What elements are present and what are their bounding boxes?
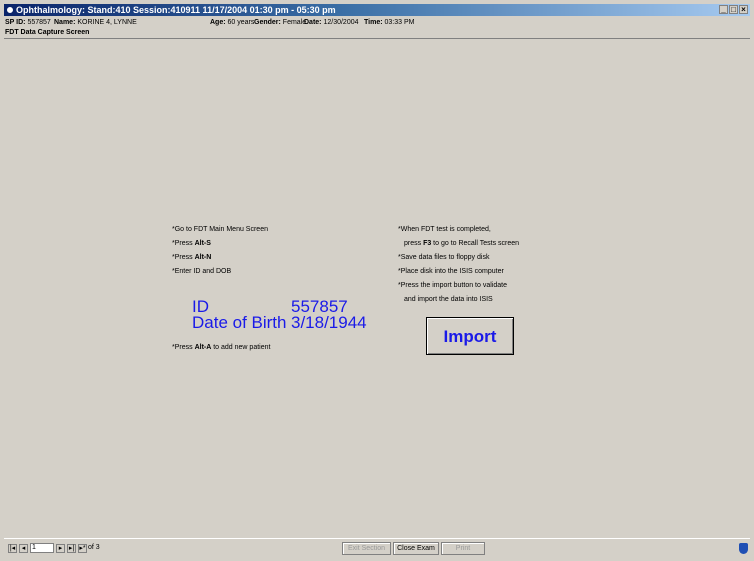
- instruction-text: to add new patient: [211, 344, 271, 351]
- gender-value: Female: [282, 19, 307, 26]
- close-button[interactable]: ×: [739, 5, 748, 14]
- instruction-text: Enter ID and DOB: [174, 268, 232, 275]
- name-label: Name:: [54, 19, 76, 26]
- exit-section-button[interactable]: Exit Section: [342, 542, 391, 555]
- content-panel: *Go to FDT Main Menu Screen *Press Alt-S…: [4, 39, 750, 536]
- right-instruction-4: *Press the import button to validate: [398, 281, 507, 290]
- left-instruction-3: *Press Alt-N: [172, 253, 211, 262]
- next-page-button[interactable]: ▸: [56, 544, 65, 553]
- time-field: Time: 03:33 PM: [364, 17, 414, 28]
- right-instruction-3: *Place disk into the ISIS computer: [398, 267, 504, 276]
- instruction-text: Press: [174, 344, 195, 351]
- shortcut-key: Alt-N: [194, 254, 212, 261]
- gender-field: Gender: Female: [254, 17, 306, 28]
- bottom-toolbar: |◂ ◂ 1 ▸ ▸| ▸* of 3 Exit Section Close E…: [4, 538, 750, 558]
- shield-icon: [739, 543, 748, 554]
- instruction-text: to go to Recall Tests screen: [431, 240, 520, 247]
- right-instruction-1: *When FDT test is completed,: [398, 225, 491, 234]
- time-value: 03:33 PM: [384, 19, 415, 26]
- right-instruction-1b: press F3 to go to Recall Tests screen: [404, 239, 519, 248]
- instruction-text: and import the data into ISIS: [404, 296, 493, 303]
- instruction-text: Press: [174, 240, 195, 247]
- screen-title: FDT Data Capture Screen: [5, 29, 90, 36]
- application-window: Ophthalmology: Stand:410 Session:410911 …: [0, 0, 754, 561]
- instruction-text: Place disk into the ISIS computer: [400, 268, 504, 275]
- left-instruction-5: *Press Alt-A to add new patient: [172, 343, 270, 352]
- window-title: Ophthalmology: Stand:410 Session:410911 …: [16, 5, 336, 15]
- instruction-text: Press the import button to validate: [400, 282, 507, 289]
- left-instruction-1: *Go to FDT Main Menu Screen: [172, 225, 268, 234]
- age-field: Age: 60 years: [210, 17, 254, 28]
- date-value: 12/30/2004: [323, 19, 359, 26]
- shortcut-key: F3: [423, 240, 432, 247]
- new-record-button[interactable]: ▸*: [78, 544, 87, 553]
- age-value: 60 years: [227, 19, 255, 26]
- title-bar[interactable]: Ophthalmology: Stand:410 Session:410911 …: [4, 4, 750, 16]
- sp-id-field: SP ID: 557857: [5, 17, 51, 28]
- right-instruction-2: *Save data files to floppy disk: [398, 253, 489, 262]
- gender-label: Gender:: [254, 19, 281, 26]
- dob-value: 3/18/1944: [291, 313, 367, 332]
- right-instruction-4b: and import the data into ISIS: [404, 295, 493, 304]
- page-number-input[interactable]: 1: [30, 543, 54, 553]
- instruction-text: When FDT test is completed,: [400, 226, 491, 233]
- import-button[interactable]: Import: [426, 317, 514, 355]
- instruction-text: Go to FDT Main Menu Screen: [174, 226, 268, 233]
- patient-info-bar: SP ID: 557857 Name: KORINE 4, LYNNE Age:…: [4, 17, 750, 28]
- minimize-button[interactable]: _: [719, 5, 728, 14]
- prev-page-button[interactable]: ◂: [19, 544, 28, 553]
- maximize-button[interactable]: □: [729, 5, 738, 14]
- print-button[interactable]: Print: [441, 542, 485, 555]
- age-label: Age:: [210, 19, 226, 26]
- shortcut-key: Alt-S: [194, 240, 211, 247]
- left-instruction-4: *Enter ID and DOB: [172, 267, 231, 276]
- page-count: of 3: [88, 544, 100, 551]
- dob-label: Date of Birth: [192, 313, 287, 332]
- shortcut-key: Alt-A: [194, 344, 212, 351]
- last-page-button[interactable]: ▸|: [67, 544, 76, 553]
- date-label: Date:: [304, 19, 322, 26]
- name-field: Name: KORINE 4, LYNNE: [54, 17, 137, 28]
- sp-id-value: 557857: [27, 19, 51, 26]
- window-controls: _ □ ×: [719, 5, 748, 14]
- instruction-text: Press: [174, 254, 195, 261]
- first-page-button[interactable]: |◂: [8, 544, 17, 553]
- time-label: Time:: [364, 19, 383, 26]
- instruction-text: press: [404, 240, 424, 247]
- left-instruction-2: *Press Alt-S: [172, 239, 211, 248]
- screen-title-bar: FDT Data Capture Screen: [4, 28, 750, 39]
- instruction-text: Save data files to floppy disk: [400, 254, 490, 261]
- date-field: Date: 12/30/2004: [304, 17, 359, 28]
- name-value: KORINE 4, LYNNE: [77, 19, 137, 26]
- sp-id-label: SP ID:: [5, 19, 26, 26]
- app-icon: [6, 6, 14, 14]
- close-exam-button[interactable]: Close Exam: [393, 542, 439, 555]
